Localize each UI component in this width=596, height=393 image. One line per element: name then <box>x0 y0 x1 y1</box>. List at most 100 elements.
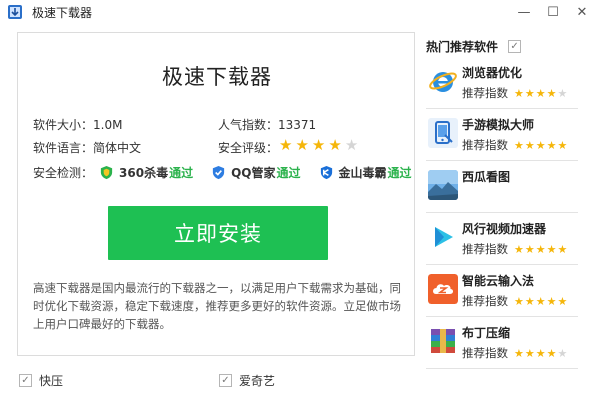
check-icon: ✓ <box>21 374 30 386</box>
archive-box-icon <box>431 329 455 353</box>
description-text: 高速下载器是国内最流行的下载器之一，以满足用户下载需求为基础，同时优化下载资源，… <box>33 281 401 331</box>
star-filled-icon: ★ <box>514 294 524 308</box>
sidebar-item-mobile-emulator[interactable]: 手游模拟大师 推荐指数 ★ ★ ★ ★ ★ <box>426 110 578 161</box>
star-filled-icon: ★ <box>535 346 546 360</box>
rating-stars: ★ ★ ★ ★ ★ <box>514 348 567 359</box>
security-check-qq: QQ管家 通过 <box>211 164 301 181</box>
security-check-name: 360杀毒 <box>119 165 169 180</box>
star-filled-icon: ★ <box>279 136 293 154</box>
sidebar-header: 热门推荐软件 ✓ <box>426 38 522 55</box>
sidebar-item-name: 布丁压缩 <box>462 326 511 340</box>
play-triangle-icon <box>428 222 458 252</box>
star-filled-icon: ★ <box>328 136 342 154</box>
rating-stars: ★ ★ ★ ★ ★ <box>514 244 567 255</box>
title-bar: 极速下载器 — ☐ ✕ <box>0 0 596 24</box>
minimize-button[interactable]: — <box>510 2 538 22</box>
rec-label: 推荐指数 <box>462 242 508 256</box>
shield-kingsoft-icon <box>320 165 332 179</box>
star-filled-icon: ★ <box>557 138 568 152</box>
sidebar-item-buding-compress[interactable]: 布丁压缩 推荐指数 ★ ★ ★ ★ ★ <box>426 318 578 369</box>
sidebar-item-rating: 推荐指数 ★ ★ ★ ★ ★ <box>462 137 567 153</box>
security-label: 安全检测： <box>33 165 94 180</box>
star-filled-icon: ★ <box>524 138 535 152</box>
star-filled-icon: ★ <box>524 294 535 308</box>
sidebar-item-name: 西瓜看图 <box>462 170 511 184</box>
sidebar-item-video-accelerator[interactable]: 风行视频加速器 推荐指数 ★ ★ ★ ★ ★ <box>426 214 578 265</box>
star-empty-icon: ★ <box>557 86 568 100</box>
rec-label: 推荐指数 <box>462 86 508 100</box>
sidebar-item-browser-optimize[interactable]: 浏览器优化 推荐指数 ★ ★ ★ ★ ★ <box>426 58 578 109</box>
star-filled-icon: ★ <box>514 86 524 100</box>
sidebar-item-rating: 推荐指数 ★ ★ ★ ★ ★ <box>462 241 567 257</box>
star-filled-icon: ★ <box>535 242 546 256</box>
star-filled-icon: ★ <box>311 136 326 154</box>
check-icon: ✓ <box>510 40 519 52</box>
close-button[interactable]: ✕ <box>568 2 596 22</box>
install-button[interactable]: 立即安装 <box>108 206 328 260</box>
star-filled-icon: ★ <box>514 346 524 360</box>
star-filled-icon: ★ <box>535 138 546 152</box>
language-info: 软件语言：简体中文 <box>33 141 142 155</box>
sidebar-item-cloud-input[interactable]: 智能云输入法 推荐指数 ★ ★ ★ ★ ★ <box>426 266 578 317</box>
rating-stars: ★ ★ ★ ★ ★ <box>514 296 567 307</box>
bundle-option-kuaiya[interactable]: ✓ 快压 <box>19 372 63 389</box>
sidebar-item-rating: 推荐指数 ★ ★ ★ ★ ★ <box>462 85 567 101</box>
star-filled-icon: ★ <box>546 86 557 100</box>
star-filled-icon: ★ <box>295 136 309 154</box>
star-filled-icon: ★ <box>514 242 524 256</box>
safety-label: 安全评级： <box>218 141 279 155</box>
sidebar-item-name: 浏览器优化 <box>462 66 523 80</box>
shield-qq-icon <box>212 165 225 179</box>
star-filled-icon: ★ <box>557 294 568 308</box>
checkbox[interactable]: ✓ <box>19 374 32 387</box>
star-filled-icon: ★ <box>524 346 535 360</box>
sidebar-item-name: 智能云输入法 <box>462 274 535 288</box>
rating-stars: ★ ★ ★ ★ ★ <box>514 88 567 99</box>
security-check-status: 通过 <box>387 165 412 180</box>
size-info: 软件大小：1.0M <box>33 118 123 132</box>
security-check-status: 通过 <box>169 165 194 180</box>
star-empty-icon: ★ <box>557 346 568 360</box>
security-check-name: QQ管家 <box>231 165 276 180</box>
star-filled-icon: ★ <box>546 294 557 308</box>
star-filled-icon: ★ <box>514 138 524 152</box>
security-check-360: 360杀毒 通过 <box>99 164 193 181</box>
ie-browser-icon <box>429 72 457 92</box>
rec-label: 推荐指数 <box>462 294 508 308</box>
sidebar-item-rating: 推荐指数 ★ ★ ★ ★ ★ <box>462 293 567 309</box>
security-check-status: 通过 <box>276 165 301 180</box>
phone-emulator-icon <box>428 118 458 148</box>
check-icon: ✓ <box>221 374 230 386</box>
star-filled-icon: ★ <box>524 86 535 100</box>
rating-stars: ★ ★ ★ ★ ★ <box>514 140 567 151</box>
star-filled-icon: ★ <box>557 242 568 256</box>
maximize-button[interactable]: ☐ <box>539 2 567 22</box>
sidebar-item-xigua-viewer[interactable]: 西瓜看图 <box>426 162 578 213</box>
rec-label: 推荐指数 <box>462 138 508 152</box>
star-filled-icon: ★ <box>546 242 557 256</box>
sidebar-item-rating: 推荐指数 ★ ★ ★ ★ ★ <box>462 345 567 361</box>
security-check-kingsoft: 金山毒霸 通过 <box>319 164 412 181</box>
cloud-input-icon <box>428 274 458 304</box>
app-icon <box>8 5 22 19</box>
star-filled-icon: ★ <box>546 138 557 152</box>
star-filled-icon: ★ <box>535 86 546 100</box>
bundle-label: 爱奇艺 <box>239 374 276 388</box>
shield-360-icon <box>100 165 113 179</box>
checkbox[interactable]: ✓ <box>219 374 232 387</box>
window-title: 极速下载器 <box>32 6 93 20</box>
star-filled-icon: ★ <box>524 242 535 256</box>
sidebar-title: 热门推荐软件 <box>426 40 499 54</box>
main-panel: 极速下载器 软件大小：1.0M 人气指数：13371 软件语言：简体中文 安全评… <box>17 32 415 356</box>
star-filled-icon: ★ <box>546 346 557 360</box>
security-check-name: 金山毒霸 <box>338 165 387 180</box>
star-filled-icon: ★ <box>535 294 546 308</box>
safety-rating-stars: ★ ★ ★ ★ ★ <box>279 138 358 153</box>
security-check-row: 安全检测： 360杀毒 通过 QQ管家 通过 金山毒霸 通过 <box>33 163 430 181</box>
landscape-photo-icon <box>428 170 458 200</box>
popularity-info: 人气指数：13371 <box>218 118 317 132</box>
sidebar-select-all-checkbox[interactable]: ✓ <box>508 40 522 53</box>
star-empty-icon: ★ <box>344 136 359 154</box>
rec-label: 推荐指数 <box>462 346 508 360</box>
bundle-option-iqiyi[interactable]: ✓ 爱奇艺 <box>219 372 275 389</box>
